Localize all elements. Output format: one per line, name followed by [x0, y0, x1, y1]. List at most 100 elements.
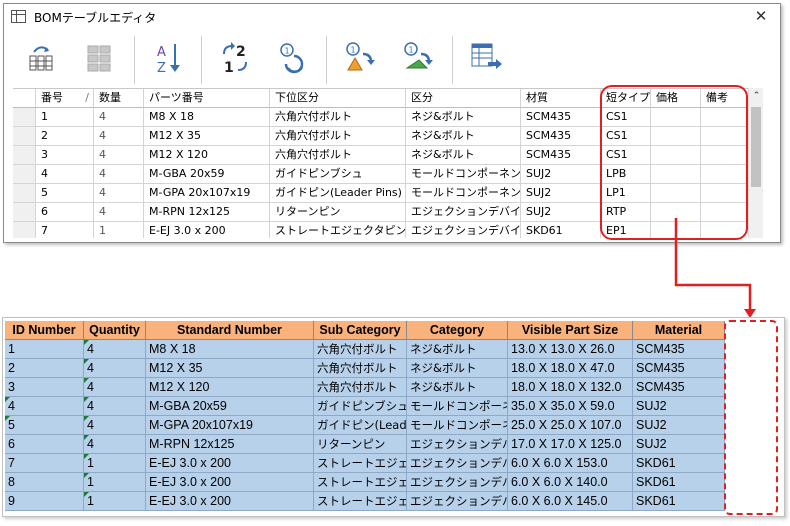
col-header-quantity[interactable]: 数量: [94, 89, 144, 108]
row-selector[interactable]: [13, 165, 36, 184]
sheet-cell-category[interactable]: エジェクションデバイス: [407, 473, 508, 492]
cell-material[interactable]: SCM435: [521, 146, 601, 165]
cell-number[interactable]: 1: [36, 108, 94, 127]
sheet-cell-material[interactable]: SCM435: [633, 359, 725, 378]
cell-material[interactable]: SCM435: [521, 127, 601, 146]
sort-numeric-button[interactable]: 2 1: [216, 38, 256, 80]
sheet-cell-material[interactable]: SCM435: [633, 340, 725, 359]
row-selector[interactable]: [13, 108, 36, 127]
cell-material[interactable]: SCM435: [521, 108, 601, 127]
renumber-a-button[interactable]: 1: [341, 38, 381, 80]
sheet-cell-category[interactable]: ネジ&ボルト: [407, 378, 508, 397]
sheet-cell-material[interactable]: SKD61: [633, 454, 725, 473]
cell-category[interactable]: モールドコンポーネント: [406, 184, 521, 203]
sheet-cell-standard-number[interactable]: M-GPA 20x107x19: [146, 416, 314, 435]
sheet-cell-id-number[interactable]: 1: [5, 340, 84, 359]
sheet-cell-category[interactable]: エジェクションデバイス: [407, 492, 508, 511]
sheet-header-category[interactable]: Category: [407, 321, 508, 340]
cell-sub-category[interactable]: 六角穴付ボルト: [270, 127, 406, 146]
cell-part-number[interactable]: M-GPA 20x107x19: [144, 184, 270, 203]
cell-quantity[interactable]: 4: [94, 146, 144, 165]
sheet-cell-standard-number[interactable]: M8 X 18: [146, 340, 314, 359]
sheet-cell-quantity[interactable]: 1: [84, 473, 146, 492]
row-selector[interactable]: [13, 184, 36, 203]
cell-number[interactable]: 6: [36, 203, 94, 222]
sheet-cell-quantity[interactable]: 4: [84, 435, 146, 454]
sheet-header-quantity[interactable]: Quantity: [84, 321, 146, 340]
sheet-cell-standard-number[interactable]: M12 X 120: [146, 378, 314, 397]
sheet-cell-quantity[interactable]: 4: [84, 397, 146, 416]
cell-quantity[interactable]: 4: [94, 165, 144, 184]
grid-layout-button[interactable]: [82, 38, 122, 80]
cell-number[interactable]: 3: [36, 146, 94, 165]
cell-category[interactable]: エジェクションデバイス: [406, 222, 521, 238]
sheet-header-standard-number[interactable]: Standard Number: [146, 321, 314, 340]
cell-quantity[interactable]: 1: [94, 222, 144, 238]
sheet-cell-sub-category[interactable]: ガイドピンブシュ: [314, 397, 407, 416]
sheet-cell-standard-number[interactable]: M-RPN 12x125: [146, 435, 314, 454]
sheet-cell-sub-category[interactable]: 六角穴付ボルト: [314, 359, 407, 378]
cell-material[interactable]: SUJ2: [521, 184, 601, 203]
sheet-cell-standard-number[interactable]: E-EJ 3.0 x 200: [146, 454, 314, 473]
sheet-cell-sub-category[interactable]: 六角穴付ボルト: [314, 378, 407, 397]
sheet-cell-visible-part-size[interactable]: 13.0 X 13.0 X 26.0: [508, 340, 633, 359]
scroll-thumb[interactable]: [751, 107, 761, 187]
cell-sub-category[interactable]: リターンピン: [270, 203, 406, 222]
cell-material[interactable]: SUJ2: [521, 203, 601, 222]
sheet-cell-id-number[interactable]: 7: [5, 454, 84, 473]
cell-quantity[interactable]: 4: [94, 184, 144, 203]
cell-sub-category[interactable]: 六角穴付ボルト: [270, 108, 406, 127]
cell-number[interactable]: 4: [36, 165, 94, 184]
sheet-cell-quantity[interactable]: 4: [84, 378, 146, 397]
sheet-cell-material[interactable]: SKD61: [633, 473, 725, 492]
import-columns-button[interactable]: [24, 38, 64, 80]
sheet-cell-standard-number[interactable]: E-EJ 3.0 x 200: [146, 492, 314, 511]
sheet-cell-id-number[interactable]: 6: [5, 435, 84, 454]
row-selector[interactable]: [13, 146, 36, 165]
cell-quantity[interactable]: 4: [94, 203, 144, 222]
sheet-cell-visible-part-size[interactable]: 6.0 X 6.0 X 140.0: [508, 473, 633, 492]
close-button[interactable]: ✕: [750, 5, 772, 27]
sheet-cell-id-number[interactable]: 5: [5, 416, 84, 435]
sheet-cell-category[interactable]: ネジ&ボルト: [407, 340, 508, 359]
row-selector-header[interactable]: [13, 89, 36, 108]
sheet-cell-category[interactable]: エジェクションデバイス: [407, 435, 508, 454]
export-table-button[interactable]: [466, 38, 506, 80]
sheet-cell-id-number[interactable]: 9: [5, 492, 84, 511]
sheet-cell-standard-number[interactable]: M12 X 35: [146, 359, 314, 378]
cell-part-number[interactable]: M12 X 120: [144, 146, 270, 165]
sort-az-button[interactable]: A Z: [149, 38, 189, 80]
sheet-cell-quantity[interactable]: 4: [84, 340, 146, 359]
cell-category[interactable]: エジェクションデバイス: [406, 203, 521, 222]
scroll-up-arrow-icon[interactable]: ⌃: [749, 88, 764, 105]
sheet-header-material[interactable]: Material: [633, 321, 725, 340]
sheet-cell-material[interactable]: SUJ2: [633, 435, 725, 454]
cell-material[interactable]: SKD61: [521, 222, 601, 238]
cell-part-number[interactable]: M-GBA 20x59: [144, 165, 270, 184]
sheet-cell-visible-part-size[interactable]: 25.0 X 25.0 X 107.0: [508, 416, 633, 435]
cell-quantity[interactable]: 4: [94, 108, 144, 127]
sheet-cell-visible-part-size[interactable]: 6.0 X 6.0 X 153.0: [508, 454, 633, 473]
sheet-cell-sub-category[interactable]: ストレートエジェクタピン: [314, 454, 407, 473]
cell-quantity[interactable]: 4: [94, 127, 144, 146]
cell-part-number[interactable]: M12 X 35: [144, 127, 270, 146]
sheet-header-sub-category[interactable]: Sub Category: [314, 321, 407, 340]
cell-category[interactable]: ネジ&ボルト: [406, 108, 521, 127]
renumber-button[interactable]: 1: [274, 38, 314, 80]
cell-part-number[interactable]: E-EJ 3.0 x 200: [144, 222, 270, 238]
sheet-cell-category[interactable]: モールドコンポーネント: [407, 397, 508, 416]
cell-sub-category[interactable]: ストレートエジェクタピン: [270, 222, 406, 238]
col-header-number[interactable]: 番号 /: [36, 89, 94, 108]
sheet-cell-category[interactable]: ネジ&ボルト: [407, 359, 508, 378]
sheet-cell-quantity[interactable]: 4: [84, 416, 146, 435]
sheet-cell-category[interactable]: モールドコンポーネント: [407, 416, 508, 435]
sheet-header-id-number[interactable]: ID Number: [5, 321, 84, 340]
sheet-cell-quantity[interactable]: 1: [84, 492, 146, 511]
sheet-header-visible-part-size[interactable]: Visible Part Size: [508, 321, 633, 340]
cell-category[interactable]: ネジ&ボルト: [406, 146, 521, 165]
sheet-cell-material[interactable]: SUJ2: [633, 397, 725, 416]
sheet-cell-standard-number[interactable]: E-EJ 3.0 x 200: [146, 473, 314, 492]
cell-part-number[interactable]: M-RPN 12x125: [144, 203, 270, 222]
grid-vertical-scrollbar[interactable]: ⌃: [748, 88, 763, 238]
sheet-cell-visible-part-size[interactable]: 18.0 X 18.0 X 47.0: [508, 359, 633, 378]
